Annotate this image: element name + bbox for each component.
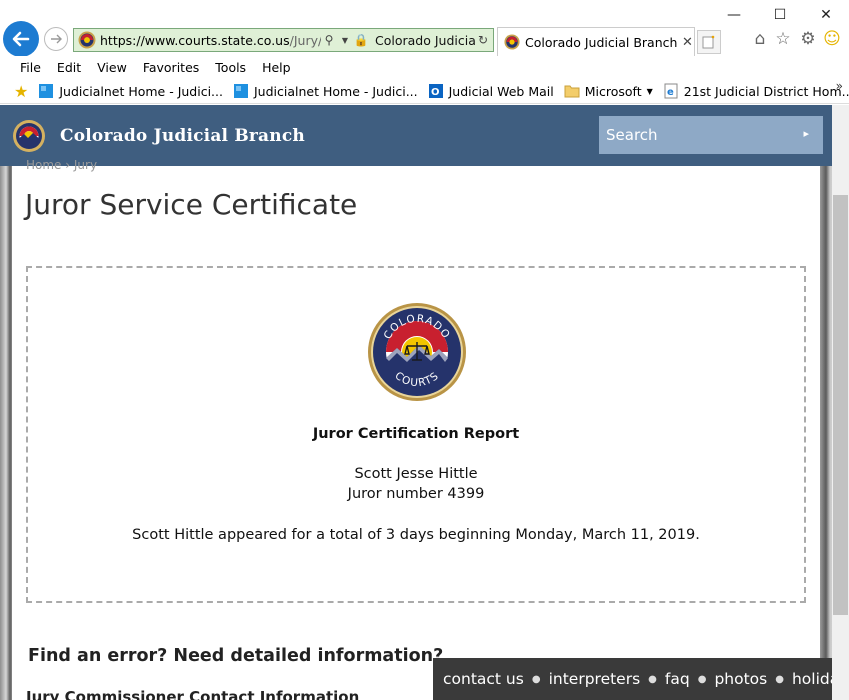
menu-tools[interactable]: Tools [207,60,254,75]
more-favorites-chevron-icon[interactable]: » [836,79,843,93]
refresh-icon[interactable]: ↻ [475,33,491,47]
back-button[interactable] [3,21,39,57]
breadcrumb[interactable]: Home › Jury [26,158,97,172]
search-submit-arrow-icon[interactable]: ▸ [803,127,809,140]
contact-info-heading: Jury Commissioner Contact Information [26,688,360,700]
footer-link-interpreters[interactable]: interpreters [549,670,641,688]
url-text[interactable]: https://www.courts.state.co.us/Jury/cert… [100,33,321,48]
favorite-judicial-web-mail[interactable]: O Judicial Web Mail [428,83,554,99]
home-icon[interactable]: ⌂ [749,28,771,50]
vertical-scrollbar[interactable] [832,105,849,700]
separator-dot: ● [775,673,784,685]
juror-name: Scott Jesse Hittle [354,466,478,482]
search-placeholder: Search [606,126,658,144]
footer-link-contact-us[interactable]: contact us [443,670,524,688]
separator-dot: ● [648,673,657,685]
address-bar[interactable]: https://www.courts.state.co.us/Jury/cert… [73,28,494,52]
site-title[interactable]: Colorado Judicial Branch [60,126,305,146]
juror-number: Juror number 4399 [347,486,485,502]
footer-link-bar: contact us ● interpreters ● faq ● photos… [433,658,849,700]
svg-text:e: e [667,87,674,98]
favorite-microsoft-folder[interactable]: Microsoft ▼ [564,83,653,99]
favorite-label: Judicialnet Home - Judici... [253,83,418,99]
add-favorite-star-icon[interactable]: ★ [14,82,28,101]
tab-colorado-judicial[interactable]: Colorado Judicial Branch - J... ✕ [497,27,695,56]
close-window-button[interactable]: ✕ [803,2,849,28]
favorite-21st-judicial[interactable]: e 21st Judicial District Hom... [663,83,849,99]
tab-title: Colorado Judicial Branch - J... [525,34,680,50]
colorado-courts-logo-icon[interactable] [12,119,46,153]
feedback-smiley-icon[interactable]: ☺ [821,28,843,50]
colorado-courts-seal-icon: COLORADO COURTS [368,303,466,401]
maximize-button[interactable]: ☐ [757,2,803,28]
favorite-judicialnet-2[interactable]: Judicialnet Home - Judici... [233,83,418,99]
folder-icon [564,85,580,98]
menu-file[interactable]: File [12,60,49,75]
find-error-heading: Find an error? Need detailed information… [28,646,444,666]
separator-dot: ● [531,673,541,685]
footer-link-faq[interactable]: faq [665,670,690,688]
menu-edit[interactable]: Edit [49,60,89,75]
separator-dot: ● [697,673,707,685]
certificate-box: COLORADO COURTS Juror Certification Repo… [26,266,806,603]
menu-help[interactable]: Help [254,60,299,75]
service-summary: Scott Hittle appeared for a total of 3 d… [132,527,700,543]
favorite-label: Judicial Web Mail [448,83,554,99]
site-search-input[interactable]: Search ▸ [599,116,823,154]
tab-favicon-icon [504,34,520,50]
search-icon[interactable]: ⚲ [321,33,337,47]
menu-view[interactable]: View [89,60,135,75]
favorites-star-icon[interactable]: ☆ [772,28,794,50]
colorado-courts-favicon-icon [78,31,96,49]
back-arrow-icon [12,31,30,47]
scrollbar-thumb[interactable] [833,195,848,615]
favorite-judicialnet-1[interactable]: Judicialnet Home - Judici... [38,83,223,99]
chevron-down-icon: ▼ [646,86,653,96]
minimize-button[interactable]: — [711,2,757,28]
favorite-label: 21st Judicial District Hom... [683,83,849,99]
browser-toolbar: — ☐ ✕ https://www.courts.state.co.us/Jur… [0,0,849,57]
favorites-bar: ★ Judicialnet Home - Judici... Judicialn… [0,79,849,104]
close-tab-icon[interactable]: ✕ [682,35,693,50]
new-tab-button[interactable] [697,30,721,54]
settings-gear-icon[interactable]: ⚙ [797,28,819,50]
outlook-icon: O [428,84,443,98]
dropdown-arrow-icon[interactable]: ▼ [337,36,353,45]
lock-icon: 🔒 [353,33,369,47]
favorite-label: Judicialnet Home - Judici... [59,83,223,99]
page-viewport: Colorado Judicial Branch Search ▸ Home ›… [0,105,849,700]
page-title: Juror Service Certificate [25,188,358,221]
svg-text:O: O [431,87,440,98]
windows-tile-icon [39,84,54,98]
certificate-heading: Juror Certification Report [312,426,520,442]
forward-arrow-icon [51,34,62,44]
site-header: Colorado Judicial Branch Search ▸ [0,105,832,166]
new-tab-icon [702,35,715,49]
site-identity-label: Colorado Judicia... [375,32,475,48]
menu-favorites[interactable]: Favorites [135,60,207,75]
windows-tile-icon [233,84,248,98]
forward-button[interactable] [44,27,68,51]
footer-link-photos[interactable]: photos [714,670,767,688]
ie-page-icon: e [664,83,678,99]
menu-bar: File Edit View Favorites Tools Help [0,56,849,78]
favorite-label: Microsoft [584,83,642,99]
